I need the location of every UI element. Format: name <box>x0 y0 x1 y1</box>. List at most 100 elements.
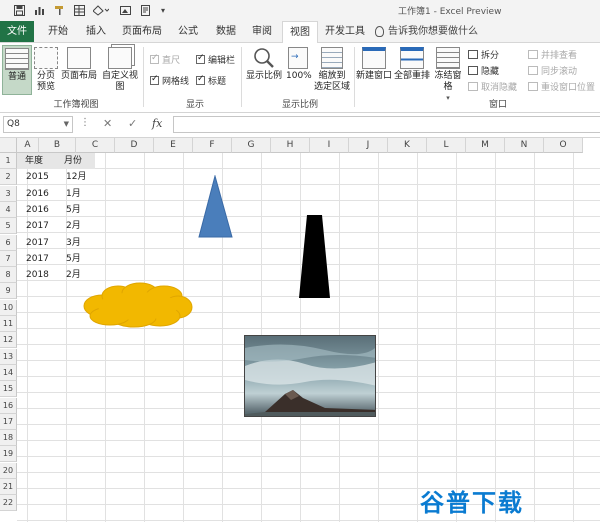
triangle-shape[interactable] <box>198 175 234 239</box>
table-icon[interactable] <box>72 3 86 18</box>
split-button[interactable]: 拆分 <box>468 48 499 61</box>
row-header-12[interactable]: 12 <box>0 332 17 349</box>
customize-toolbar-icon[interactable]: ▾ <box>158 3 168 18</box>
row-header-3[interactable]: 3 <box>0 185 17 202</box>
cell-month[interactable]: 5月 <box>56 251 95 267</box>
row-header-22[interactable]: 22 <box>0 495 17 512</box>
cell-year[interactable]: 2017 <box>17 218 56 234</box>
cell-year[interactable]: 2015 <box>17 169 56 185</box>
row-header-4[interactable]: 4 <box>0 201 17 218</box>
hide-button[interactable]: 隐藏 <box>468 64 499 77</box>
print-preview-icon[interactable] <box>138 3 152 18</box>
row-header-8[interactable]: 8 <box>0 267 17 284</box>
side-by-side-button[interactable]: 并排查看 <box>528 48 577 61</box>
new-window-button[interactable]: 新建窗口 <box>356 45 392 82</box>
gridlines-checkbox[interactable]: 网格线 <box>150 74 189 87</box>
tab-file[interactable]: 文件 <box>0 21 34 42</box>
headings-checkbox[interactable]: 标题 <box>196 74 226 87</box>
column-header-M[interactable]: M <box>466 138 505 153</box>
cell-year[interactable]: 2017 <box>17 235 56 251</box>
row-header-15[interactable]: 15 <box>0 381 17 398</box>
column-header-N[interactable]: N <box>505 138 544 153</box>
custom-views-button[interactable]: 自定义视图 <box>99 45 141 93</box>
zoom-button[interactable]: 显示比例 <box>246 45 282 82</box>
tab-data[interactable]: 数据 <box>210 21 242 42</box>
freeze-panes-button[interactable]: 冻结窗格 ▾ <box>431 45 465 104</box>
tell-me-search[interactable]: 告诉我你想要做什么 <box>375 21 478 42</box>
arrange-all-button[interactable]: 全部重排 <box>394 45 430 82</box>
ruler-checkbox[interactable]: 直尺 <box>150 53 180 66</box>
column-header-D[interactable]: D <box>115 138 154 153</box>
tab-formulas[interactable]: 公式 <box>172 21 204 42</box>
column-header-E[interactable]: E <box>154 138 193 153</box>
unhide-button[interactable]: 取消隐藏 <box>468 80 517 93</box>
tab-review[interactable]: 审阅 <box>246 21 278 42</box>
cell-year[interactable]: 2016 <box>17 186 56 202</box>
cloud-shape[interactable] <box>82 282 194 328</box>
tab-page-layout[interactable]: 页面布局 <box>118 21 166 42</box>
normal-view-button[interactable]: 普通 <box>2 45 32 95</box>
name-box[interactable]: Q8 ▼ <box>3 116 73 133</box>
zoom-to-selection-button[interactable]: 缩放到 选定区域 <box>313 45 351 93</box>
column-header-B[interactable]: B <box>39 138 76 153</box>
column-header-A[interactable]: A <box>17 138 39 153</box>
header-cell-year[interactable]: 年度 <box>17 153 56 169</box>
cell-month[interactable]: 3月 <box>56 235 95 251</box>
landscape-picture[interactable] <box>244 335 376 417</box>
row-header-20[interactable]: 20 <box>0 462 17 479</box>
cell-year[interactable]: 2017 <box>17 251 56 267</box>
tab-home[interactable]: 开始 <box>40 21 76 42</box>
select-all-corner[interactable] <box>0 138 17 153</box>
row-header-10[interactable]: 10 <box>0 299 17 316</box>
page-layout-view-button[interactable]: 页面布局 <box>61 45 97 82</box>
column-header-O[interactable]: O <box>544 138 583 153</box>
cell-month[interactable]: 2月 <box>56 218 95 234</box>
row-header-16[interactable]: 16 <box>0 397 17 414</box>
tab-insert[interactable]: 插入 <box>80 21 112 42</box>
cell-month[interactable]: 1月 <box>56 186 95 202</box>
cell-year[interactable]: 2016 <box>17 202 56 218</box>
format-painter-icon[interactable] <box>52 3 66 18</box>
row-header-14[interactable]: 14 <box>0 364 17 381</box>
row-header-6[interactable]: 6 <box>0 234 17 251</box>
column-header-H[interactable]: H <box>271 138 310 153</box>
enter-icon[interactable]: ✓ <box>128 117 137 130</box>
cell-month[interactable]: 12月 <box>56 169 95 185</box>
column-header-F[interactable]: F <box>193 138 232 153</box>
row-header-1[interactable]: 1 <box>0 153 17 169</box>
column-header-G[interactable]: G <box>232 138 271 153</box>
more-options-icon[interactable]: ⋮ <box>80 117 90 128</box>
chart-icon[interactable] <box>32 3 46 18</box>
page-break-preview-button[interactable]: 分页 预览 <box>33 45 59 93</box>
column-header-I[interactable]: I <box>310 138 349 153</box>
header-cell-month[interactable]: 月份 <box>56 153 95 169</box>
column-header-J[interactable]: J <box>349 138 388 153</box>
cancel-icon[interactable]: ✕ <box>103 117 112 130</box>
sync-scroll-button[interactable]: 同步滚动 <box>528 64 577 77</box>
row-header-11[interactable]: 11 <box>0 316 17 332</box>
cell-year[interactable]: 2018 <box>17 267 56 283</box>
row-header-17[interactable]: 17 <box>0 413 17 430</box>
picture-icon[interactable] <box>118 3 132 18</box>
row-header-9[interactable]: 9 <box>0 283 17 300</box>
save-icon[interactable] <box>12 3 26 18</box>
formula-bar-checkbox[interactable]: 编辑栏 <box>196 53 235 66</box>
zoom-100-button[interactable]: → 100% <box>286 45 312 82</box>
formula-input[interactable] <box>173 116 600 133</box>
reset-window-position-button[interactable]: 重设窗口位置 <box>528 80 595 93</box>
row-header-21[interactable]: 21 <box>0 479 17 495</box>
insert-function-icon[interactable]: fx <box>152 117 162 130</box>
row-header-19[interactable]: 19 <box>0 446 17 463</box>
column-header-L[interactable]: L <box>427 138 466 153</box>
row-header-7[interactable]: 7 <box>0 250 17 267</box>
shapes-icon[interactable] <box>92 3 110 18</box>
row-header-13[interactable]: 13 <box>0 348 17 365</box>
row-header-5[interactable]: 5 <box>0 218 17 235</box>
column-header-K[interactable]: K <box>388 138 427 153</box>
cell-month[interactable]: 2月 <box>56 267 95 283</box>
column-header-C[interactable]: C <box>76 138 115 153</box>
row-header-18[interactable]: 18 <box>0 430 17 447</box>
row-header-2[interactable]: 2 <box>0 169 17 186</box>
tab-developer[interactable]: 开发工具 <box>322 21 368 42</box>
tab-view[interactable]: 视图 <box>282 21 318 43</box>
